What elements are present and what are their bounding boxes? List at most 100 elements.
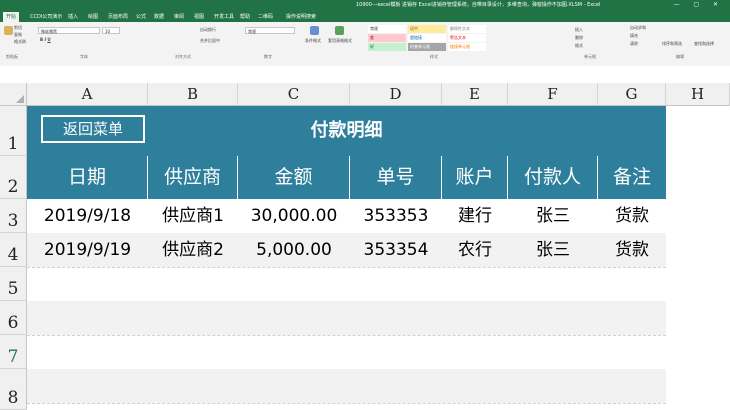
ribbon-tabs: 开始 CCDI公司演示 插入 绘图 页面布局 公式 数据 审阅 视图 开发工具 …: [0, 11, 730, 23]
tab-search[interactable]: 操作说明搜索: [286, 13, 316, 20]
row-header-2[interactable]: 2: [0, 156, 27, 199]
clipboard-group-label: 剪贴板: [6, 54, 18, 59]
cell-style-option[interactable]: 链接单元格: [448, 43, 486, 51]
cell-account[interactable]: 建行: [442, 199, 508, 233]
back-to-menu-button[interactable]: 返回菜单: [41, 115, 145, 143]
font-size-select[interactable]: 10: [102, 27, 120, 34]
clear-button[interactable]: 清除: [630, 41, 638, 47]
column-header-g[interactable]: G: [598, 83, 666, 106]
insert-cells-button[interactable]: 插入: [575, 27, 583, 33]
paste-icon[interactable]: [4, 26, 13, 35]
row-divider: [27, 267, 666, 269]
cell-style-option[interactable]: 解释性文本: [448, 25, 486, 33]
column-header-e[interactable]: E: [442, 83, 508, 106]
tab-ccdi[interactable]: CCDI公司演示: [30, 13, 62, 20]
tab-draw[interactable]: 绘图: [88, 13, 98, 20]
font-group-label: 字体: [80, 54, 88, 59]
cell-remark[interactable]: 货款: [598, 233, 666, 267]
cell-date[interactable]: 2019/9/19: [27, 233, 148, 267]
header-account: 账户: [442, 156, 508, 199]
row-header-6[interactable]: 6: [0, 301, 27, 335]
cell-payer[interactable]: 张三: [508, 199, 598, 233]
cell-date[interactable]: 2019/9/18: [27, 199, 148, 233]
row-band: [27, 301, 666, 335]
window-title: 10900---excel模板 进销存 Excel进销存管理系统，自带目录设计，…: [356, 2, 601, 8]
font-name-select[interactable]: 微软雅黑: [38, 27, 100, 34]
conditional-format-icon[interactable]: [310, 26, 319, 35]
tab-view[interactable]: 视图: [194, 13, 204, 20]
autosum-button[interactable]: 自动求和: [630, 25, 646, 31]
format-cells-button[interactable]: 格式: [575, 43, 583, 49]
number-group-label: 数字: [264, 54, 272, 59]
cell-account[interactable]: 农行: [442, 233, 508, 267]
select-all-corner[interactable]: [0, 83, 27, 106]
tab-help[interactable]: 帮助: [240, 13, 250, 20]
cell-amount[interactable]: 5,000.00: [238, 233, 350, 267]
row-header-7[interactable]: 7: [0, 335, 27, 369]
cell-number[interactable]: 353354: [350, 233, 442, 267]
bold-icon[interactable]: B I U: [40, 37, 51, 42]
copy-button[interactable]: 复制: [14, 32, 22, 38]
editing-group-label: 编辑: [676, 54, 684, 59]
cell-style-option[interactable]: 警告文本: [448, 34, 486, 42]
cell-amount[interactable]: 30,000.00: [238, 199, 350, 233]
column-header-b[interactable]: B: [148, 83, 238, 106]
column-header-d[interactable]: D: [350, 83, 442, 106]
tab-data[interactable]: 数据: [154, 13, 164, 20]
header-number: 单号: [350, 156, 442, 199]
cell-style-option[interactable]: 超链接: [408, 34, 446, 42]
cell-style-option[interactable]: 差: [368, 34, 406, 42]
row-header-8[interactable]: 8: [0, 369, 27, 410]
wrap-text-button[interactable]: 自动换行: [200, 27, 216, 33]
row-header-5[interactable]: 5: [0, 267, 27, 301]
column-header-f[interactable]: F: [508, 83, 598, 106]
ribbon: 剪切 复制 格式刷 剪贴板 微软雅黑 10 B I U 字体 自动换行 合并后居…: [0, 22, 730, 67]
table-format-button[interactable]: 套用表格格式: [328, 38, 352, 44]
cell-remark[interactable]: 货款: [598, 199, 666, 233]
header-amount: 金额: [238, 156, 350, 199]
column-header-h[interactable]: H: [666, 83, 730, 106]
row-header-4[interactable]: 4: [0, 233, 27, 267]
fill-button[interactable]: 填充: [630, 33, 638, 39]
number-format-select[interactable]: 常规: [245, 27, 295, 34]
window-controls[interactable]: — ▢ ✕: [673, 1, 724, 8]
cell-style-option[interactable]: 好: [368, 43, 406, 51]
cell-style-option[interactable]: 检查单元格: [408, 43, 446, 51]
row-divider: [27, 335, 666, 337]
find-select-button[interactable]: 查找和选择: [694, 41, 714, 47]
header-supplier: 供应商: [148, 156, 238, 199]
cell-supplier[interactable]: 供应商1: [148, 199, 238, 233]
column-header-a[interactable]: A: [27, 83, 148, 106]
tab-review[interactable]: 审阅: [174, 13, 184, 20]
merge-center-button[interactable]: 合并后居中: [200, 38, 220, 44]
tab-page-layout[interactable]: 页面布局: [108, 13, 128, 20]
tab-formulas[interactable]: 公式: [136, 13, 146, 20]
styles-group-label: 样式: [430, 54, 438, 59]
cell-supplier[interactable]: 供应商2: [148, 233, 238, 267]
row-header-1[interactable]: 1: [0, 106, 27, 156]
cell-number[interactable]: 353353: [350, 199, 442, 233]
formula-bar[interactable]: [0, 66, 730, 84]
cell-style-option[interactable]: 常规: [368, 25, 406, 33]
header-date: 日期: [27, 156, 148, 199]
window-title-bar: 10900---excel模板 进销存 Excel进销存管理系统，自带目录设计，…: [0, 0, 730, 11]
conditional-format-button[interactable]: 条件格式: [305, 38, 321, 44]
sort-filter-button[interactable]: 排序和筛选: [662, 41, 682, 47]
cut-button[interactable]: 剪切: [14, 25, 22, 31]
row-header-3[interactable]: 3: [0, 199, 27, 233]
tab-developer[interactable]: 开发工具: [214, 13, 234, 20]
table-format-icon[interactable]: [335, 26, 344, 35]
row-band: [27, 369, 666, 403]
row-divider: [27, 403, 666, 405]
column-header-c[interactable]: C: [238, 83, 350, 106]
header-remark: 备注: [612, 166, 651, 188]
cells-group-label: 单元格: [584, 54, 596, 59]
tab-insert[interactable]: 插入: [68, 13, 78, 20]
cell-style-option[interactable]: 适中: [408, 25, 446, 33]
cell-payer[interactable]: 张三: [508, 233, 598, 267]
format-painter-button[interactable]: 格式刷: [14, 39, 26, 45]
alignment-group-label: 对齐方式: [175, 54, 191, 59]
tab-qrcode[interactable]: 二维码: [258, 13, 273, 20]
delete-cells-button[interactable]: 删除: [575, 35, 583, 41]
header-payer: 付款人: [508, 156, 598, 199]
